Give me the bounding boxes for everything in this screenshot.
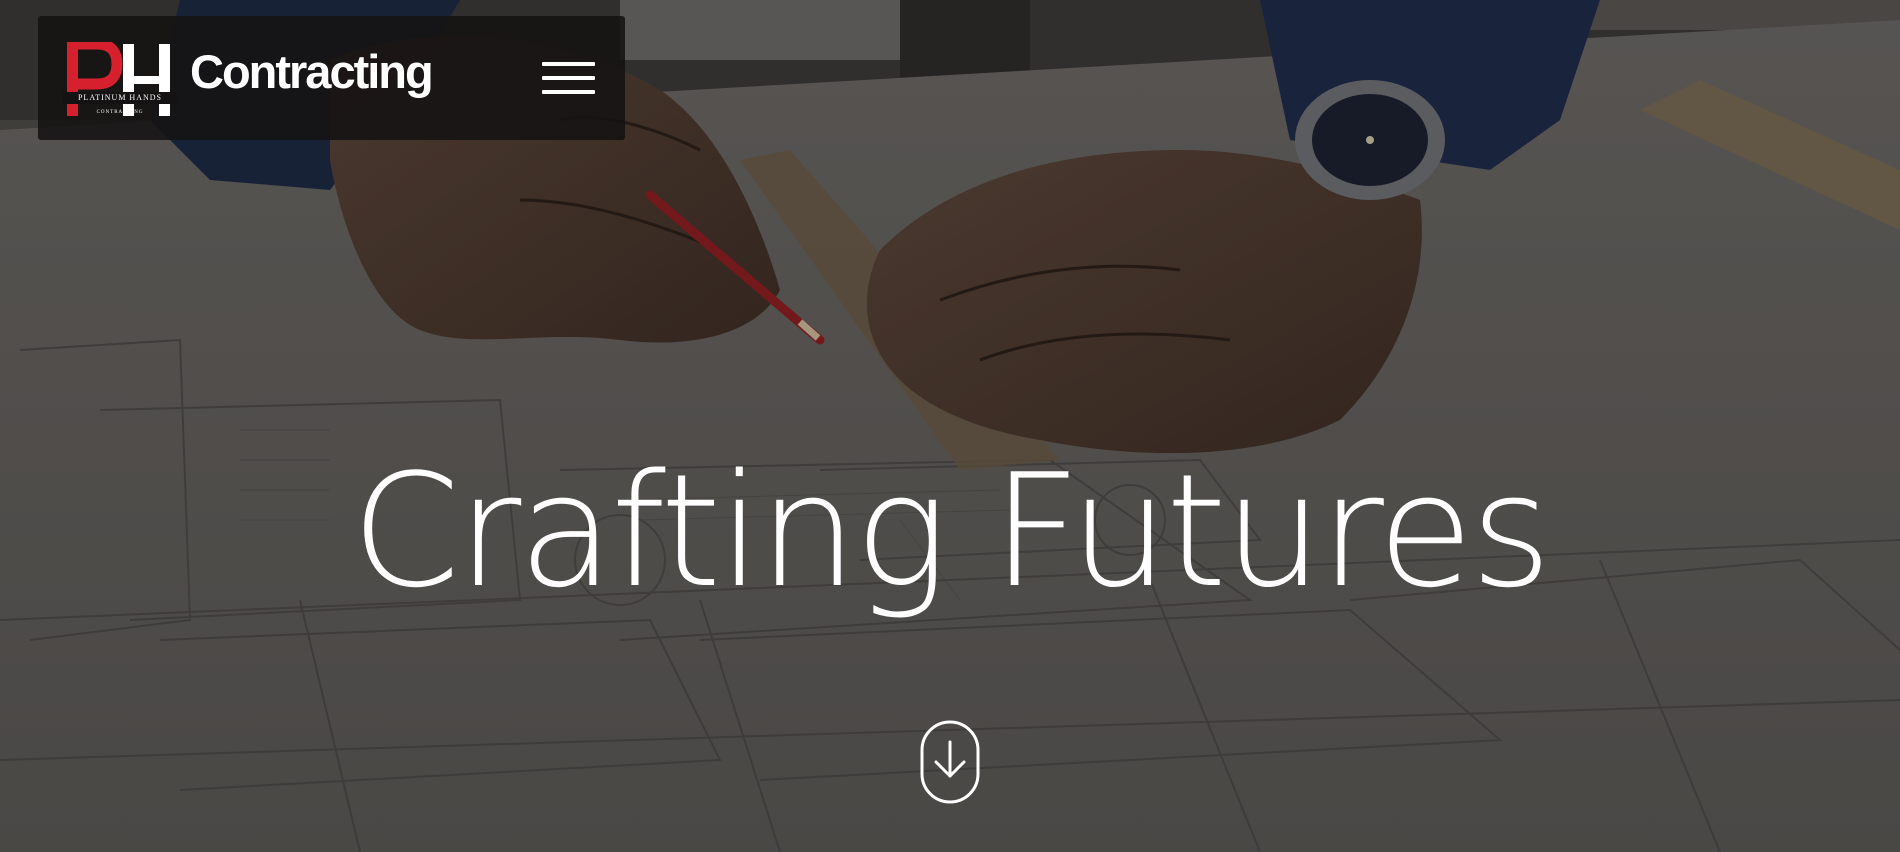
hamburger-menu-button[interactable]	[542, 60, 598, 98]
hamburger-menu-icon-middle	[542, 76, 595, 80]
hero-section: PLATINUM HANDS CONTRACTING Contracting C…	[0, 0, 1900, 852]
logo-tagline: PLATINUM HANDS	[77, 93, 162, 102]
brand-name: Contracting	[190, 45, 434, 98]
hamburger-menu-icon-bottom	[542, 90, 595, 94]
scroll-down-arrow-icon	[920, 720, 980, 804]
site-header: PLATINUM HANDS CONTRACTING Contracting	[38, 16, 625, 140]
platinum-hands-logo: PLATINUM HANDS CONTRACTING	[63, 42, 177, 118]
scroll-down-button[interactable]	[920, 720, 980, 804]
hamburger-menu-icon	[542, 62, 595, 66]
hero-headline: Crafting Futures	[351, 439, 1552, 622]
logo-subtag: CONTRACTING	[96, 110, 144, 115]
